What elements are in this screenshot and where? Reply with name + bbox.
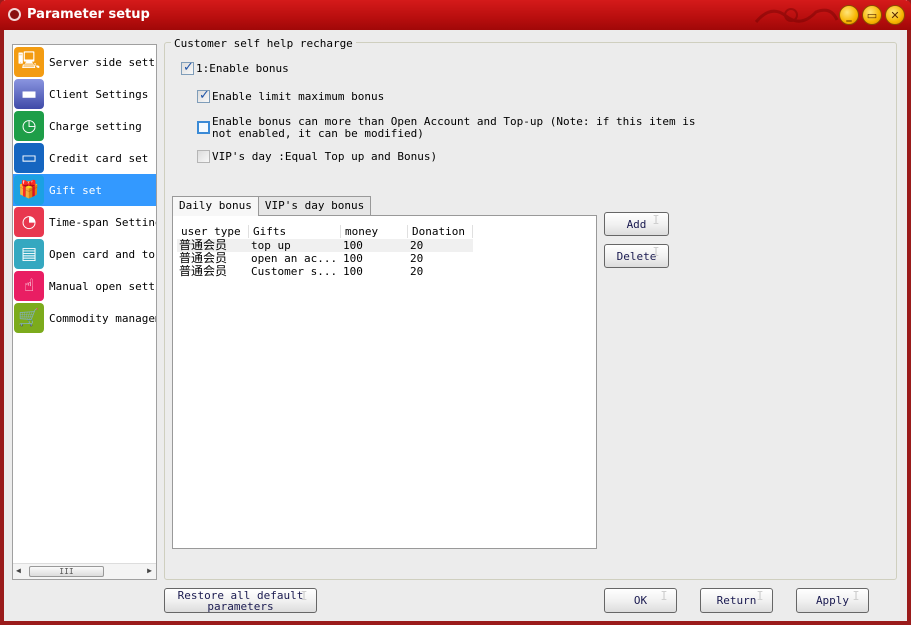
table-row[interactable]: 普通会员 Customer s... 100 20 [177,265,473,278]
group-title: Customer self help recharge [171,37,356,50]
apply-button[interactable]: Apply ⵊ [796,588,869,613]
cell-donation: 20 [410,239,424,252]
close-button[interactable]: ✕ [885,5,905,25]
enable-bonus-checkbox[interactable]: 1:Enable bonus [181,60,289,75]
cart-icon: 🛒 [14,303,44,333]
sidebar-item-label: Commodity manageme [49,311,157,325]
sidebar-item-time-span-setting[interactable]: ◔ Time-span Setting [13,206,156,238]
table-row[interactable]: 普通会员 open an ac... 100 20 [177,252,473,265]
sidebar-item-label: Manual open settin [49,279,157,293]
checkbox-label: Enable limit maximum bonus [212,90,385,103]
return-button[interactable]: Return ⵊ [700,588,773,613]
restore-label-line2: parameters [207,599,274,613]
server-icon: 🖳 [14,47,44,77]
sidebar-item-label: Client Settings [49,87,149,101]
decorative-swirl-icon [754,8,839,23]
scroll-right-icon[interactable]: ▶ [147,566,152,575]
checkbox-label: Enable bonus can more than Open Account … [212,116,695,140]
column-header-user-type[interactable]: user type [177,225,249,238]
checkbox-label-line2: not enabled, it can be modified) [212,127,424,140]
checkbox-label: VIP's day :Equal Top up and Bonus) [212,150,438,163]
column-header-gifts-category[interactable]: Gifts category [249,225,341,251]
add-button[interactable]: Add ⵊ [604,212,669,236]
sidebar-item-label: Charge setting [49,119,142,133]
cell-gifts-category: Customer s... [251,265,338,278]
cell-money: 100 [343,265,363,278]
ok-button[interactable]: OK ⵊ [604,588,677,613]
sidebar-item-label: Time-span Setting [49,215,157,229]
bonus-tabs: Daily bonus VIP's day bonus [172,196,372,216]
maximize-button[interactable]: ▭ [862,5,882,25]
apply-button-label: Apply [815,594,850,607]
hand-pointer-icon: ☝ [14,271,44,301]
cell-user-type: 普通会员 [179,265,228,278]
checkbox-box[interactable] [197,150,210,163]
swirl-decoration-icon: ⵊ [652,213,660,227]
timer-icon: ◔ [14,207,44,237]
enable-bonus-exceed-checkbox[interactable]: Enable bonus can more than Open Account … [197,116,695,140]
cell-user-type: 普通会员 [179,252,228,265]
title-bar[interactable]: Parameter setup _ ▭ ✕ [0,0,911,30]
maximize-icon: ▭ [866,8,878,22]
cell-user-type: 普通会员 [179,239,228,252]
swirl-decoration-icon: ⵊ [652,245,660,259]
close-icon: ✕ [890,8,900,22]
delete-button[interactable]: Delete ⵊ [604,244,669,268]
sidebar-horizontal-scrollbar[interactable]: ◀ III ▶ [13,563,156,579]
swirl-decoration-icon: ⵊ [756,589,764,603]
app-icon [8,8,21,21]
sidebar-item-label: Server side settin [49,55,157,69]
column-header-donation[interactable]: Donation [408,225,473,238]
sidebar-item-label: Credit card set [49,151,149,165]
cell-money: 100 [343,239,363,252]
sidebar-item-manual-open-settings[interactable]: ☝ Manual open settin [13,270,156,302]
sidebar-item-commodity-management[interactable]: 🛒 Commodity manageme [13,302,156,334]
ok-button-label: OK [633,594,648,607]
swirl-decoration-icon: ⵊ [852,589,860,603]
table-row[interactable]: 普通会员 top up 100 20 [177,239,473,252]
enable-limit-maximum-bonus-checkbox[interactable]: Enable limit maximum bonus [197,88,385,103]
cell-donation: 20 [410,252,424,265]
scroll-left-icon[interactable]: ◀ [16,566,21,575]
checkbox-label: 1:Enable bonus [196,62,289,75]
sidebar-item-credit-card-set[interactable]: ▭ Credit card set [13,142,156,174]
settings-sidebar: 🖳 Server side settin ▬ Client Settings ◷… [12,44,157,580]
clock-coins-icon: ◷ [14,111,44,141]
scrollbar-thumb[interactable]: III [29,566,104,577]
cell-gifts-category: open an ac... [251,252,338,265]
table-header: user type Gifts category money Donation [177,225,473,251]
column-header-money[interactable]: money [341,225,408,238]
sidebar-item-server-side-settings[interactable]: 🖳 Server side settin [13,46,156,78]
credit-card-icon: ▭ [14,143,44,173]
swirl-decoration-icon: ⵊ [300,589,308,603]
checkbox-box[interactable] [181,60,194,75]
checkbox-box[interactable] [197,88,210,103]
sidebar-item-client-settings[interactable]: ▬ Client Settings [13,78,156,110]
minimize-icon: _ [846,8,852,22]
sidebar-item-gift-set[interactable]: 🎁 Gift set [13,174,156,206]
swirl-decoration-icon: ⵊ [660,589,668,603]
sidebar-item-open-card-and-top-up[interactable]: ▤ Open card and top [13,238,156,270]
add-button-label: Add [626,217,647,231]
minimize-button[interactable]: _ [839,5,859,25]
bonus-table: user type Gifts category money Donation … [172,215,597,549]
restore-defaults-button[interactable]: Restore all default parameters ⵊ [164,588,317,613]
vip-day-equal-checkbox[interactable]: VIP's day :Equal Top up and Bonus) [197,150,437,163]
window-title: Parameter setup [27,7,150,22]
monitor-icon: ▬ [14,79,44,109]
sidebar-item-label: Open card and top [49,247,157,261]
id-card-icon: ▤ [14,239,44,269]
cell-donation: 20 [410,265,424,278]
sidebar-item-label: Gift set [49,183,102,197]
checkbox-box[interactable] [197,121,210,134]
sidebar-item-charge-setting[interactable]: ◷ Charge setting [13,110,156,142]
cell-money: 100 [343,252,363,265]
cell-gifts-category: top up [251,239,291,252]
tab-daily-bonus[interactable]: Daily bonus [172,196,259,216]
tab-vip-day-bonus[interactable]: VIP's day bonus [257,196,372,215]
restore-defaults-label: Restore all default parameters [178,590,304,612]
gift-icon: 🎁 [14,175,44,205]
